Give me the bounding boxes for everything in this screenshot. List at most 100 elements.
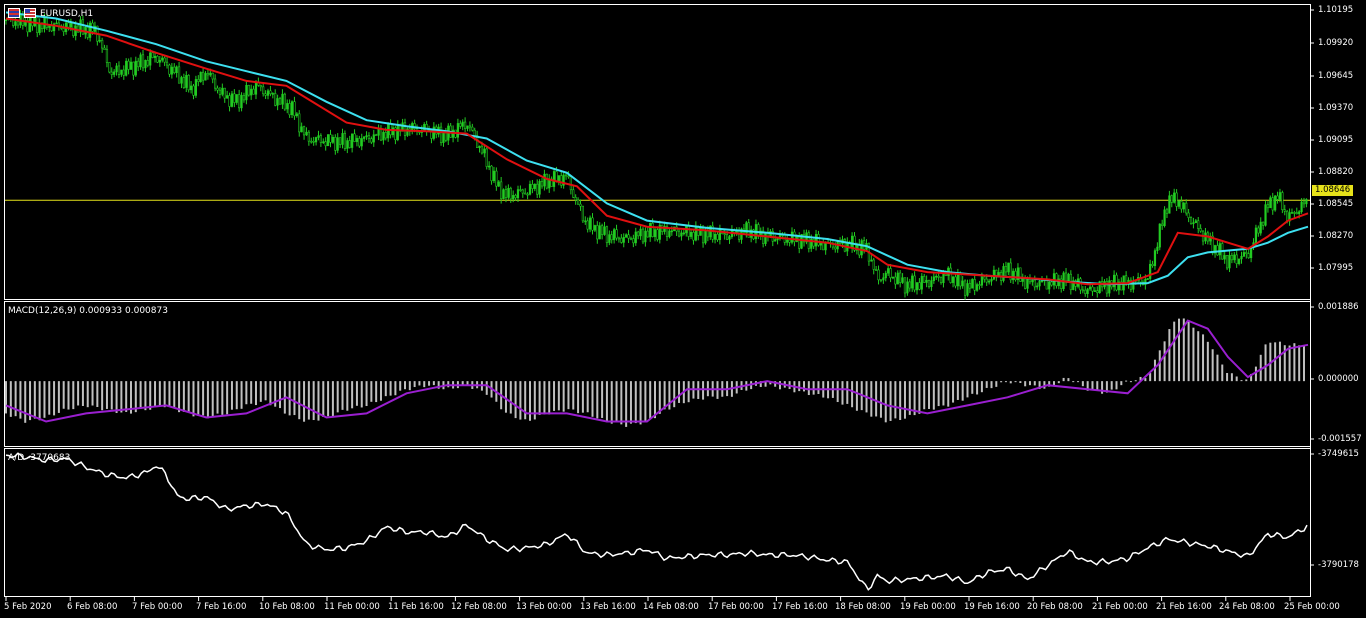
macd-histogram-bar	[149, 381, 152, 410]
macd-histogram-bar	[120, 381, 123, 413]
candle-body	[382, 132, 385, 141]
candle-body	[622, 237, 625, 243]
macd-histogram-bar	[947, 381, 950, 407]
candle-body	[790, 231, 794, 243]
macd-histogram-bar	[48, 381, 51, 415]
candle-body	[442, 132, 445, 143]
macd-histogram-bar	[971, 381, 974, 394]
candle-body	[1108, 280, 1111, 294]
candle-body	[149, 52, 152, 66]
candle-body	[584, 220, 587, 223]
candle-body	[483, 148, 486, 154]
candle-body	[62, 28, 65, 33]
candle-body	[569, 176, 572, 191]
macd-histogram-bar	[139, 381, 142, 409]
macd-histogram-bar	[1081, 381, 1084, 387]
macd-title: MACD(12,26,9) 0.000933 0.000873	[8, 306, 168, 316]
macd-histogram-bar	[81, 381, 84, 407]
macd-histogram-bar	[105, 381, 108, 409]
candle-body	[870, 259, 873, 262]
candle-body	[605, 226, 609, 243]
macd-histogram-bar	[798, 381, 801, 392]
candle-body	[235, 94, 238, 103]
candle-body	[545, 173, 548, 189]
macd-histogram-bar	[918, 381, 921, 414]
macd-histogram-bar	[91, 381, 94, 406]
ad-line	[5, 452, 1308, 591]
price-scale-label: 1.09095	[1318, 135, 1354, 145]
candle-body	[254, 82, 258, 95]
candle-body	[735, 230, 738, 233]
candle-body	[512, 195, 515, 200]
candle-body	[74, 25, 77, 36]
candle-body	[1295, 212, 1298, 215]
candle-body	[456, 123, 459, 138]
candle-body	[45, 17, 48, 28]
candle-body	[302, 126, 306, 136]
macd-histogram-bar	[168, 381, 171, 406]
candle-body	[1187, 212, 1190, 218]
candle-body	[363, 136, 366, 139]
candle-body	[586, 220, 589, 230]
candle-body	[478, 145, 481, 149]
chart-canvas[interactable]	[0, 0, 1366, 618]
candle-body	[1045, 279, 1048, 290]
candle-body	[1038, 280, 1041, 287]
candle-body	[259, 85, 262, 88]
candle-body	[495, 170, 498, 187]
macd-histogram-bar	[14, 381, 17, 417]
macd-histogram-bar	[851, 381, 854, 408]
macd-histogram-bar	[101, 381, 104, 411]
candle-body	[137, 60, 140, 68]
candle-body	[1096, 290, 1099, 294]
time-label: 11 Feb 16:00	[388, 602, 444, 612]
candle-body	[1064, 272, 1068, 282]
macd-histogram-bar	[360, 381, 363, 408]
candle-body	[608, 234, 611, 243]
candle-body	[425, 124, 428, 132]
macd-histogram-bar	[230, 381, 233, 410]
macd-histogram-bar	[43, 381, 46, 418]
time-label: 13 Feb 16:00	[580, 602, 636, 612]
candle-body	[882, 277, 885, 281]
candle-body	[110, 71, 113, 75]
candle-body	[125, 60, 128, 76]
candle-body	[480, 145, 484, 154]
candle-body	[182, 77, 185, 88]
candle-body	[502, 189, 505, 199]
time-label: 11 Feb 00:00	[324, 602, 380, 612]
candle-body	[637, 231, 640, 237]
candle-body	[379, 128, 383, 141]
candle-body	[180, 77, 183, 84]
candle-body	[89, 22, 92, 38]
macd-histogram-bar	[125, 381, 128, 412]
macd-histogram-bar	[889, 381, 892, 421]
macd-histogram-bar	[365, 381, 368, 407]
moving-averages-layer	[5, 11, 1309, 286]
candle-body	[48, 25, 51, 28]
macd-histogram-bar	[1235, 376, 1238, 382]
macd-histogram-bar	[514, 381, 517, 419]
candle-body	[1173, 192, 1176, 203]
candle-body	[346, 140, 349, 149]
candle-body	[1228, 254, 1231, 269]
macd-histogram-bar	[1004, 381, 1007, 383]
candle-body	[324, 141, 327, 147]
candle-body	[617, 237, 621, 240]
macd-histogram-bar	[980, 381, 983, 393]
candle-body	[312, 140, 315, 143]
candle-body	[341, 133, 344, 145]
candle-body	[738, 230, 741, 240]
macd-histogram-bar	[884, 381, 887, 423]
macd-histogram-bar	[961, 381, 964, 401]
candle-body	[358, 138, 361, 147]
candle-body	[961, 280, 964, 287]
macd-histogram-bar	[375, 381, 378, 403]
candle-body	[1007, 262, 1010, 273]
price-scale-label: 1.07995	[1318, 263, 1354, 273]
macd-histogram-bar	[1153, 359, 1156, 382]
macd-histogram-bar	[817, 381, 820, 394]
candle-body	[574, 197, 577, 201]
candle-body	[1158, 223, 1161, 248]
candle-body	[1218, 243, 1221, 256]
